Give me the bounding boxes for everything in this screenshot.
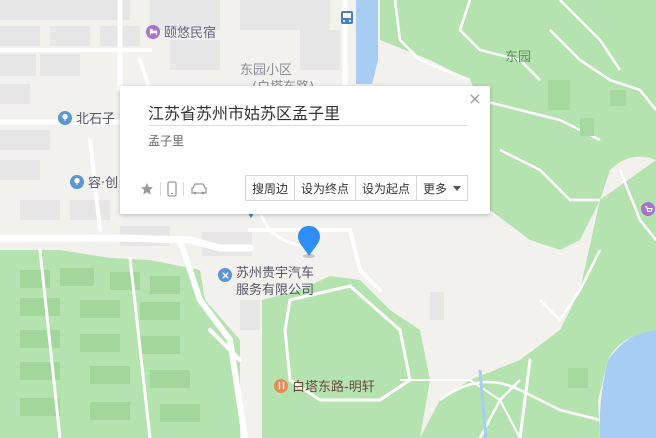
poi-rong[interactable]: 容·创 bbox=[70, 172, 118, 191]
location-icon bbox=[70, 174, 84, 189]
location-info-popup: × 江苏省苏州市姑苏区孟子里 孟子里 搜周边 设为终点 设为起点 更多 bbox=[120, 86, 490, 214]
car-icon[interactable] bbox=[190, 182, 208, 196]
poi-shop[interactable] bbox=[641, 202, 655, 216]
set-origin-button[interactable]: 设为起点 bbox=[356, 176, 418, 200]
poi-yiyou-hotel[interactable]: 颐悠民宿 bbox=[146, 22, 216, 41]
bed-icon bbox=[146, 24, 160, 39]
shopping-cart-icon bbox=[641, 202, 655, 216]
area-label-dongyuan-park: 东园 bbox=[505, 50, 532, 65]
chevron-down-icon bbox=[453, 185, 462, 191]
location-icon bbox=[58, 110, 72, 125]
icon-divider bbox=[183, 182, 184, 196]
poi-label: 北石子 bbox=[76, 112, 116, 127]
more-button[interactable]: 更多 bbox=[417, 176, 467, 200]
poi-baita-mingxuan[interactable]: 白塔东路-明轩 bbox=[274, 376, 375, 395]
popup-subtitle: 孟子里 bbox=[148, 134, 185, 148]
poi-auto-company[interactable]: 苏州贵宇汽车 服务有限公司 bbox=[218, 265, 314, 299]
restaurant-icon bbox=[274, 378, 288, 393]
more-label: 更多 bbox=[423, 181, 448, 196]
phone-icon[interactable] bbox=[167, 181, 177, 197]
map-canvas[interactable] bbox=[0, 0, 656, 438]
star-icon[interactable] bbox=[140, 182, 154, 196]
poi-label-line2: 服务有限公司 bbox=[236, 283, 315, 298]
poi-label: 容·创 bbox=[88, 176, 119, 191]
water-area bbox=[356, 0, 378, 84]
icon-divider bbox=[160, 182, 161, 196]
map-pin-icon[interactable] bbox=[295, 225, 323, 259]
search-nearby-button[interactable]: 搜周边 bbox=[246, 176, 296, 200]
popup-action-bar: 搜周边 设为终点 设为起点 更多 bbox=[245, 175, 469, 201]
poi-beishi[interactable]: 北石子 bbox=[58, 108, 115, 127]
bus-icon[interactable] bbox=[340, 10, 354, 26]
close-icon[interactable]: × bbox=[468, 91, 482, 107]
poi-label: 白塔东路-明轩 bbox=[292, 380, 375, 395]
popup-icon-group bbox=[140, 181, 208, 197]
poi-label-line1: 苏州贵宇汽车 bbox=[236, 266, 315, 281]
popup-title: 江苏省苏州市姑苏区孟子里 bbox=[148, 104, 341, 123]
wrench-icon bbox=[218, 268, 232, 282]
set-destination-button[interactable]: 设为终点 bbox=[295, 176, 357, 200]
poi-label: 颐悠民宿 bbox=[164, 26, 217, 41]
popup-divider bbox=[148, 125, 468, 126]
